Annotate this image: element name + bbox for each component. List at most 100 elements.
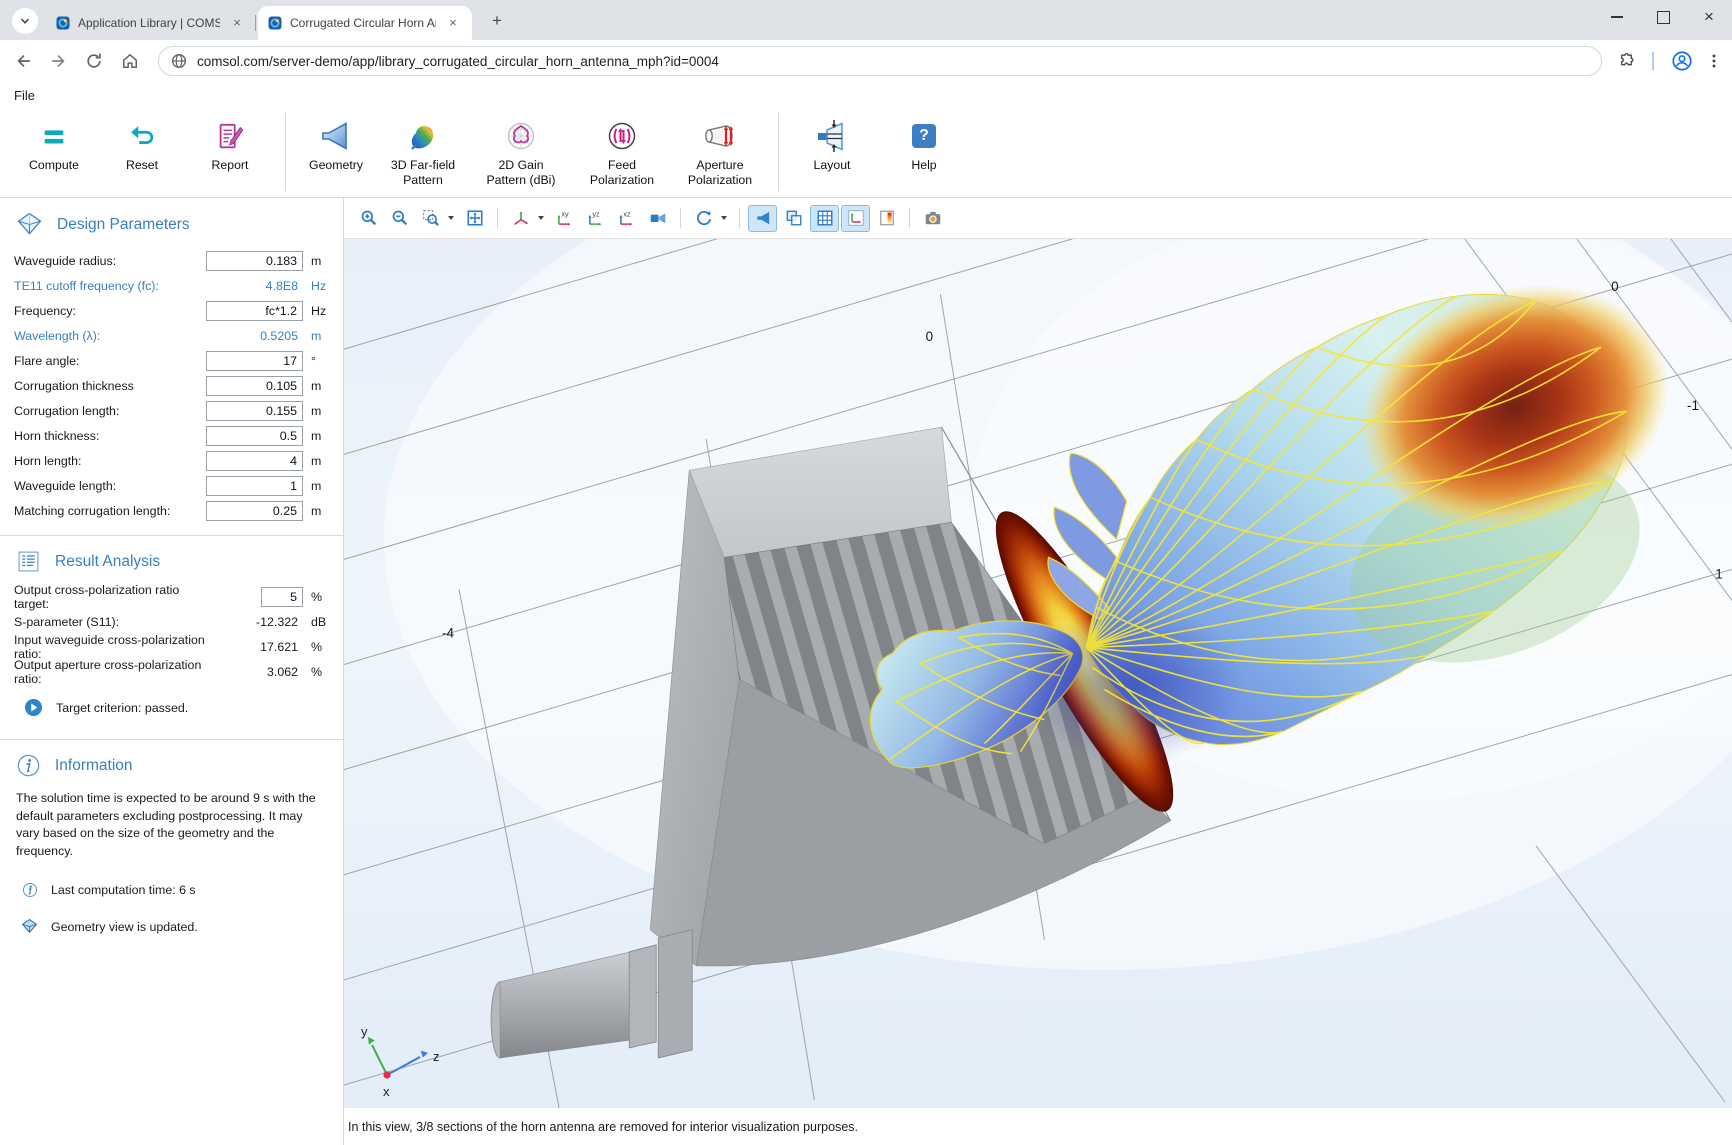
zoom-extents-button[interactable] <box>460 205 489 232</box>
view-xy-button[interactable]: xy <box>550 205 579 232</box>
info-circle-icon <box>22 882 38 898</box>
ribbon-button-label: Layout <box>814 158 851 173</box>
forward-button[interactable] <box>44 47 72 75</box>
matching-corrugation-length-input[interactable] <box>206 501 303 521</box>
file-menu[interactable]: File <box>0 88 35 103</box>
tab-strip: Application Library | COMSOL S × Corruga… <box>0 0 1732 40</box>
browser-window: Application Library | COMSOL S × Corruga… <box>0 0 1732 1145</box>
horn-thickness-input[interactable] <box>206 426 303 446</box>
param-unit: m <box>311 429 337 443</box>
view-orientation-button[interactable] <box>506 205 535 232</box>
home-icon <box>120 51 140 71</box>
tab-title: Corrugated Circular Horn Anten <box>290 16 436 30</box>
browser-menu-button[interactable] <box>1700 47 1728 75</box>
triad-x-label: x <box>383 1084 390 1099</box>
profile-icon <box>1671 50 1693 72</box>
waveguide-length-input[interactable] <box>206 476 303 496</box>
horn-length-input[interactable] <box>206 451 303 471</box>
param-label: Frequency: <box>14 304 206 318</box>
view-xz-button[interactable]: xz <box>612 205 641 232</box>
zoom-box-button[interactable] <box>416 205 445 232</box>
reset-button[interactable]: Reset <box>100 108 184 196</box>
view-yz-button[interactable]: yz <box>581 205 610 232</box>
tab-horn-antenna[interactable]: Corrugated Circular Horn Anten × <box>258 6 472 40</box>
reload-button[interactable] <box>80 47 108 75</box>
gain-2d-button[interactable]: 2D Gain Pattern (dBi) <box>469 108 573 196</box>
rotate-dropdown[interactable] <box>721 216 727 220</box>
rotate-view-button[interactable] <box>689 205 718 232</box>
axis-tick: -1 <box>1687 398 1699 413</box>
zoom-out-icon <box>391 209 409 227</box>
param-label: Corrugation length: <box>14 404 206 418</box>
geometry-button[interactable]: Geometry <box>295 108 377 196</box>
play-icon <box>24 698 43 717</box>
corrugation-thickness-input[interactable] <box>206 376 303 396</box>
minimize-button[interactable] <box>1594 0 1640 34</box>
farfield-3d-button[interactable]: 3D Far-field Pattern <box>377 108 469 196</box>
chevron-down-icon <box>18 14 32 28</box>
tab-application-library[interactable]: Application Library | COMSOL S × <box>46 6 256 40</box>
feed-polarization-button[interactable]: Feed Polarization <box>573 108 671 196</box>
section-title: Information <box>55 757 133 775</box>
axis-tick: 0 <box>1611 279 1619 294</box>
tab-close-icon[interactable]: × <box>444 14 462 32</box>
param-label: Horn thickness: <box>14 429 206 443</box>
zoom-box-dropdown[interactable] <box>448 216 454 220</box>
maximize-button[interactable] <box>1640 0 1686 34</box>
zoom-in-button[interactable] <box>354 205 383 232</box>
axis-tick: -4 <box>442 625 454 640</box>
show-axes-toggle[interactable] <box>841 205 870 232</box>
comsol-favicon <box>56 16 70 30</box>
axis-tick: 1 <box>1715 566 1723 581</box>
home-button[interactable] <box>116 47 144 75</box>
profile-button[interactable] <box>1668 47 1696 75</box>
param-row: Horn length: m <box>0 448 343 473</box>
url-bar[interactable]: comsol.com/server-demo/app/library_corru… <box>158 46 1602 76</box>
view-orientation-dropdown[interactable] <box>538 216 544 220</box>
grid-toggle[interactable] <box>810 205 839 232</box>
extensions-button[interactable] <box>1612 47 1640 75</box>
cross-polarization-target-input[interactable] <box>261 587 303 607</box>
layout-button[interactable]: Layout <box>788 108 876 196</box>
compute-icon <box>39 117 69 155</box>
result-unit: % <box>311 590 337 604</box>
tab-title: Application Library | COMSOL S <box>78 16 220 30</box>
transparency-icon <box>785 209 803 227</box>
new-tab-button[interactable]: + <box>486 10 508 32</box>
param-label: Flare angle: <box>14 354 206 368</box>
tab-close-icon[interactable]: × <box>228 14 246 32</box>
flare-angle-input[interactable] <box>206 351 303 371</box>
param-label: Wavelength (λ): <box>14 329 206 343</box>
result-unit: dB <box>311 615 337 629</box>
layout-icon <box>814 117 850 155</box>
transparency-toggle[interactable] <box>779 205 808 232</box>
back-button[interactable] <box>10 47 38 75</box>
aperture-polarization-button[interactable]: Aperture Polarization <box>671 108 769 196</box>
corrugation-length-input[interactable] <box>206 401 303 421</box>
view-xy-icon: xy <box>555 209 574 227</box>
section-title: Design Parameters <box>57 216 190 234</box>
zoom-in-icon <box>360 209 378 227</box>
zoom-out-button[interactable] <box>385 205 414 232</box>
report-button[interactable]: Report <box>184 108 276 196</box>
ribbon-button-label: Geometry <box>309 158 363 173</box>
default-view-button[interactable] <box>643 205 672 232</box>
show-axes-icon <box>847 209 865 227</box>
param-unit: m <box>311 454 337 468</box>
farfield-3d-icon <box>407 117 439 155</box>
waveguide-radius-input[interactable] <box>206 251 303 271</box>
param-unit: ° <box>311 354 337 368</box>
help-button[interactable]: ? Help <box>880 108 968 196</box>
show-geometry-toggle[interactable] <box>748 205 777 232</box>
close-window-button[interactable]: × <box>1686 0 1732 34</box>
tab-search-button[interactable] <box>12 8 38 34</box>
param-label: Corrugation thickness <box>14 379 206 393</box>
compute-button[interactable]: Compute <box>8 108 100 196</box>
snapshot-button[interactable] <box>918 205 947 232</box>
graphics-canvas[interactable]: 0 -2 -4 0 -1 1 <box>344 238 1732 1108</box>
frequency-input[interactable] <box>206 301 303 321</box>
param-label: TE11 cutoff frequency (fc): <box>14 279 206 293</box>
back-icon <box>14 51 34 71</box>
color-legend-toggle[interactable] <box>872 205 901 232</box>
param-unit: m <box>311 379 337 393</box>
